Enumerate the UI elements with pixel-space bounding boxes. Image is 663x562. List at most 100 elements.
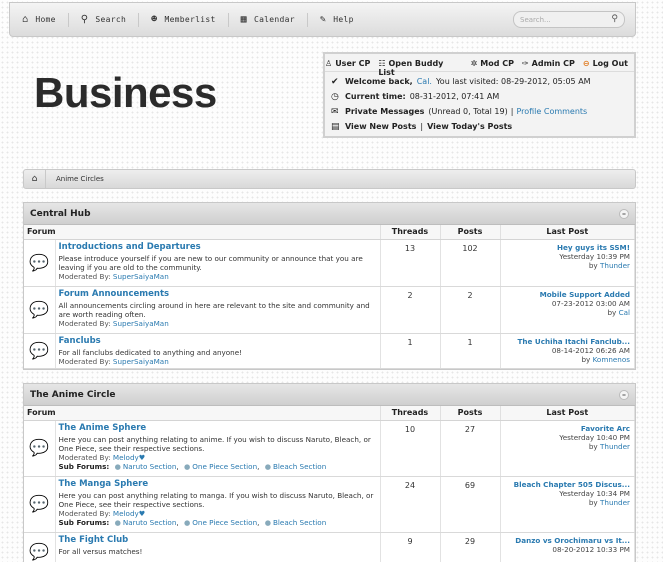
forum-title-link[interactable]: The Manga Sphere [59, 479, 376, 489]
search-input[interactable]: Search... ⚲ [513, 11, 625, 28]
view-todays-posts-link[interactable]: View Today's Posts [427, 122, 512, 131]
subforum-link[interactable]: Bleach Section [273, 518, 326, 527]
post-count: 2 [440, 286, 501, 334]
last-post-link[interactable]: Mobile Support Added [503, 290, 630, 299]
pm-link[interactable]: Private Messages [345, 107, 424, 116]
category-header: The Anime Circle – [24, 384, 635, 406]
last-post-link[interactable]: Bleach Chapter 505 Discus... [503, 480, 630, 489]
forum-status-icon: 💬 [24, 333, 56, 370]
moderator-link[interactable]: SuperSaiyaMan [113, 357, 169, 366]
post-count: 102 [440, 239, 501, 287]
forum-row: 💬 Fanclubs For all fanclubs dedicated to… [24, 333, 635, 370]
view-new-posts-link[interactable]: View New Posts [345, 122, 416, 131]
last-post-link[interactable]: Hey guys its SSM! [503, 243, 630, 252]
top-navbar: ⌂ Home ⚲ Search ☻ Memberlist ▦ Calendar ✎ Hel… [9, 2, 636, 37]
collapse-icon[interactable]: – [619, 209, 629, 219]
forum-row: 💬 The Manga Sphere Here you can post any… [24, 476, 635, 533]
last-poster-link[interactable]: Komnenos [593, 355, 630, 364]
moderator-link[interactable]: SuperSaiyaMan [113, 272, 169, 281]
view-posts-row: ▤ View New Posts | View Today's Posts [331, 121, 513, 132]
thread-count: 24 [380, 476, 441, 533]
forum-status-icon: 💬 [24, 532, 56, 562]
category-anime-circle: The Anime Circle – Forum Threads Posts L… [23, 383, 636, 562]
col-threads: Threads [380, 406, 441, 421]
moderator-link[interactable]: Melody♥ [113, 453, 145, 462]
subforum-link[interactable]: Naruto Section [123, 462, 177, 471]
wrench-icon: ✑ [521, 59, 529, 68]
last-post-link[interactable]: Danzo vs Orochimaru vs It... [503, 536, 630, 545]
breadcrumb-current: Anime Circles [56, 175, 104, 183]
user-panel: ♙ User CP ☷ Open Buddy List ✲ Mod CP ✑ Admin… [323, 52, 636, 138]
user-icon: ♙ [325, 59, 333, 68]
forum-title-link[interactable]: Forum Announcements [59, 289, 376, 299]
nav-memberlist[interactable]: ☻ Memberlist [139, 3, 228, 36]
moderator-link[interactable]: Melody♥ [113, 509, 145, 518]
forum-title-link[interactable]: The Fight Club [59, 535, 376, 545]
subforum-link[interactable]: One Piece Section [192, 462, 257, 471]
home-icon[interactable]: ⌂ [24, 170, 46, 188]
forum-status-icon: 💬 [24, 286, 56, 334]
subforums: Sub Forums: ● Naruto Section, ● One Piece … [58, 518, 327, 528]
forum-status-icon: 💬 [24, 476, 56, 533]
search-icon[interactable]: ⚲ [611, 14, 618, 24]
nav-search[interactable]: ⚲ Search [69, 3, 138, 36]
post-count: 29 [440, 532, 501, 562]
user-cp-link[interactable]: ♙ User CP [325, 59, 370, 71]
last-post: The Uchiha Itachi Fanclub... 08-14-2012 … [500, 333, 635, 370]
admin-cp-link[interactable]: ✑ Admin CP [522, 59, 575, 71]
forum-row: 💬 The Anime Sphere Here you can post any… [24, 420, 635, 477]
post-count: 69 [440, 476, 501, 533]
nav-help[interactable]: ✎ Help [308, 3, 366, 36]
nav-calendar[interactable]: ▦ Calendar [229, 3, 307, 36]
forum-table: Forum Threads Posts Last Post 💬 Introduc… [24, 225, 635, 370]
moderator-link[interactable]: SuperSaiyaMan [113, 319, 169, 328]
table-header-row: Forum Threads Posts Last Post [24, 406, 635, 421]
last-poster-link[interactable]: Thunder [600, 442, 630, 451]
forum-title-link[interactable]: Introductions and Departures [59, 242, 376, 252]
subforum-link[interactable]: Naruto Section [123, 518, 177, 527]
profile-comments-link[interactable]: Profile Comments [516, 107, 587, 116]
forum-title-link[interactable]: Fanclubs [59, 336, 376, 346]
forum-title-link[interactable]: The Anime Sphere [59, 423, 376, 433]
users-icon: ☻ [151, 14, 158, 25]
last-post: Danzo vs Orochimaru vs It... 08-20-2012 … [500, 532, 635, 562]
col-posts: Posts [440, 225, 501, 240]
list-icon: ☷ [378, 59, 386, 68]
check-icon: ✔ [331, 76, 339, 87]
book-icon: ▤ [331, 121, 340, 132]
gear-icon: ✲ [470, 59, 478, 68]
last-poster-link[interactable]: Cal [619, 308, 630, 317]
category-header: Central Hub – [24, 203, 635, 225]
forum-status-icon: 💬 [24, 420, 56, 477]
last-poster-link[interactable]: Thunder [600, 498, 630, 507]
thread-count: 9 [380, 532, 441, 562]
buddy-list-link[interactable]: ☷ Open Buddy List [378, 59, 462, 77]
forum-row: 💬 Forum Announcements All announcements … [24, 286, 635, 334]
post-count: 27 [440, 420, 501, 477]
last-post-link[interactable]: The Uchiha Itachi Fanclub... [503, 337, 630, 346]
search-icon: ⚲ [80, 14, 89, 25]
username-link[interactable]: Cal. [417, 77, 432, 86]
table-header-row: Forum Threads Posts Last Post [24, 225, 635, 240]
collapse-icon[interactable]: – [619, 390, 629, 400]
help-icon: ✎ [319, 14, 327, 25]
logout-link[interactable]: ⊖ Log Out [583, 59, 628, 71]
col-forum: Forum [24, 406, 381, 421]
thread-count: 1 [380, 333, 441, 370]
subforum-link[interactable]: Bleach Section [273, 462, 326, 471]
clock-icon: ◷ [331, 91, 339, 102]
mail-icon: ✉ [331, 106, 339, 117]
calendar-icon: ▦ [240, 14, 247, 25]
last-post-link[interactable]: Favorite Arc [503, 424, 630, 433]
col-threads: Threads [380, 225, 441, 240]
welcome-row: ✔ Welcome back, Cal. You last visited: 0… [331, 76, 591, 87]
thread-count: 10 [380, 420, 441, 477]
site-logo[interactable]: Business [34, 69, 217, 117]
nav-home[interactable]: ⌂ Home [10, 3, 68, 36]
forum-row: 💬 The Fight Club For all versus matches!… [24, 532, 635, 562]
mod-cp-link[interactable]: ✲ Mod CP [471, 59, 514, 71]
last-poster-link[interactable]: Thunder [600, 261, 630, 270]
category-central-hub: Central Hub – Forum Threads Posts Last P… [23, 202, 636, 371]
subforum-link[interactable]: One Piece Section [192, 518, 257, 527]
last-post: Favorite Arc Yesterday 10:40 PM by Thund… [500, 420, 635, 477]
